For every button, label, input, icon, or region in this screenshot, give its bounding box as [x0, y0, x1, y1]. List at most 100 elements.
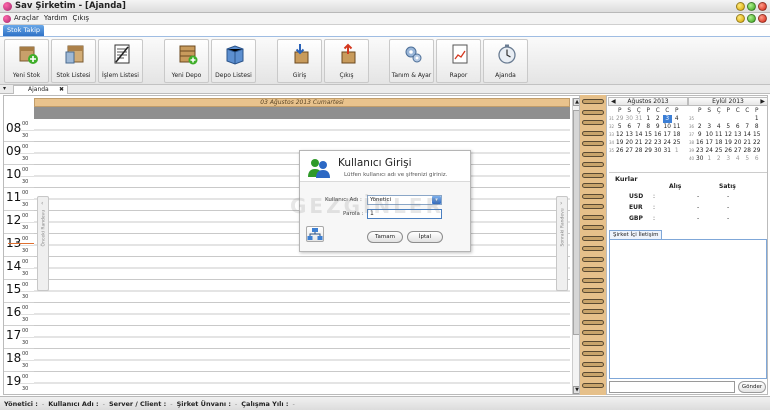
calendar-day[interactable]: 3	[724, 155, 734, 163]
cancel-button[interactable]: İptal	[407, 231, 443, 243]
calendar-day[interactable]: 6	[733, 123, 743, 131]
child-minimize-button[interactable]	[736, 14, 745, 23]
calendar-day[interactable]: 27	[733, 147, 743, 155]
send-button[interactable]: Gönder	[738, 381, 766, 393]
calendar-day[interactable]: 5	[743, 155, 753, 163]
calendar-day[interactable]: 30	[695, 155, 705, 163]
calendar-day[interactable]: 31	[663, 147, 673, 155]
calendar-day[interactable]: 22	[752, 139, 762, 147]
calendar-day[interactable]: 3	[705, 123, 715, 131]
tab-list-dropdown[interactable]: ▾	[3, 85, 6, 92]
tanim-ayar-button[interactable]: Tanım & Ayar	[389, 39, 434, 83]
calendar-day[interactable]: 20	[733, 139, 743, 147]
calendar-day[interactable]: 18	[714, 139, 724, 147]
menu-cikis[interactable]: Çıkış	[73, 14, 89, 22]
calendar-day[interactable]: 7	[634, 123, 644, 131]
vertical-scrollbar[interactable]: ▲ ▼	[572, 98, 579, 394]
calendar-day[interactable]: 19	[615, 139, 625, 147]
minimize-button[interactable]	[736, 2, 745, 11]
previous-appointment-panel[interactable]: ‹ Önceki Randevu	[37, 196, 49, 291]
calendar-day[interactable]: 26	[615, 147, 625, 155]
calendar-day[interactable]: 2	[714, 155, 724, 163]
calendar-day[interactable]: 2	[695, 123, 705, 131]
calendar-day[interactable]: 17	[705, 139, 715, 147]
calendar-day[interactable]: 25	[672, 139, 682, 147]
calendar-day[interactable]: 16	[653, 131, 663, 139]
all-day-band[interactable]	[34, 107, 570, 119]
calendar-day[interactable]: 10	[663, 123, 673, 131]
next-month-button[interactable]: ▶	[760, 98, 765, 106]
calendar-day[interactable]: 19	[724, 139, 734, 147]
calendar-day[interactable]: 25	[714, 147, 724, 155]
calendar-day[interactable]: 21	[743, 139, 753, 147]
calendar-day[interactable]: 12	[724, 131, 734, 139]
scroll-thumb[interactable]	[573, 110, 579, 335]
calendar-day[interactable]: 22	[644, 139, 654, 147]
calendar-day[interactable]: 5	[724, 123, 734, 131]
calendar-day[interactable]: 26	[724, 147, 734, 155]
calendar-day[interactable]: 15	[752, 131, 762, 139]
prev-month-button[interactable]: ◀	[611, 98, 616, 106]
calendar-day[interactable]: 4	[672, 115, 682, 123]
child-close-button[interactable]	[758, 14, 767, 23]
mini-calendar-september[interactable]: Eylül 2013 ▶ P S Ç P C C P 35 1 36 2 3 4 5 6 7 8 37 9 10 11 1…	[688, 97, 768, 172]
close-button[interactable]	[758, 2, 767, 11]
tab-company-messaging[interactable]: Şirket İçi İletişim	[609, 230, 663, 239]
calendar-day[interactable]: 27	[625, 147, 635, 155]
calendar-day[interactable]: 6	[625, 123, 635, 131]
calendar-day[interactable]: 23	[695, 147, 705, 155]
calendar-day[interactable]: 1	[672, 147, 682, 155]
calendar-day[interactable]: 18	[672, 131, 682, 139]
calendar-day[interactable]: 24	[705, 147, 715, 155]
message-input[interactable]	[609, 381, 735, 393]
calendar-day[interactable]: 20	[625, 139, 635, 147]
calendar-day[interactable]: 2	[653, 115, 663, 123]
next-appointment-panel[interactable]: › Sonraki Randevu	[556, 196, 568, 291]
messages-area[interactable]	[609, 239, 767, 379]
stok-listesi-button[interactable]: Stok Listesi	[51, 39, 96, 83]
ok-button[interactable]: Tamam	[367, 231, 403, 243]
depo-listesi-button[interactable]: Depo Listesi	[211, 39, 256, 83]
calendar-day[interactable]: 3	[662, 115, 672, 123]
calendar-day[interactable]: 21	[634, 139, 644, 147]
calendar-day[interactable]: 29	[752, 147, 762, 155]
calendar-day[interactable]: 29	[615, 115, 625, 123]
calendar-day[interactable]: 14	[634, 131, 644, 139]
calendar-day[interactable]: 28	[743, 147, 753, 155]
calendar-day[interactable]: 14	[743, 131, 753, 139]
calendar-day[interactable]: 11	[672, 123, 682, 131]
calendar-day[interactable]: 31	[634, 115, 644, 123]
cikis-button[interactable]: Çıkış	[324, 39, 369, 83]
calendar-day[interactable]: 8	[752, 123, 762, 131]
calendar-day[interactable]: 10	[705, 131, 715, 139]
calendar-day[interactable]: 12	[615, 131, 625, 139]
calendar-day[interactable]: 30	[653, 147, 663, 155]
ajanda-button[interactable]: Ajanda	[483, 39, 528, 83]
menu-araclar[interactable]: Araçlar	[14, 14, 39, 22]
tab-ajanda[interactable]: Ajanda ✖	[13, 85, 68, 94]
maximize-button[interactable]	[747, 2, 756, 11]
tab-close-icon[interactable]: ✖	[59, 86, 64, 94]
menu-yardim[interactable]: Yardım	[44, 14, 68, 22]
calendar-day[interactable]: 5	[615, 123, 625, 131]
calendar-day[interactable]: 29	[644, 147, 654, 155]
ribbon-tab-stok-takip[interactable]: Stok Takip	[3, 25, 45, 36]
calendar-day[interactable]: 30	[625, 115, 635, 123]
calendar-day[interactable]: 1	[705, 155, 715, 163]
calendar-day[interactable]: 9	[653, 123, 663, 131]
calendar-day[interactable]: 4	[733, 155, 743, 163]
calendar-day[interactable]: 4	[714, 123, 724, 131]
calendar-day[interactable]: 13	[733, 131, 743, 139]
rapor-button[interactable]: Rapor	[436, 39, 481, 83]
scroll-down-button[interactable]: ▼	[573, 386, 579, 394]
calendar-day[interactable]: 28	[634, 147, 644, 155]
yeni-depo-button[interactable]: Yeni Depo	[164, 39, 209, 83]
calendar-day[interactable]: 6	[752, 155, 762, 163]
calendar-day[interactable]: 17	[663, 131, 673, 139]
calendar-day[interactable]: 1	[644, 115, 654, 123]
connection-settings-button[interactable]	[306, 226, 324, 242]
islem-listesi-button[interactable]: İşlem Listesi	[98, 39, 143, 83]
calendar-day[interactable]: 9	[695, 131, 705, 139]
yeni-stok-button[interactable]: Yeni Stok	[4, 39, 49, 83]
calendar-day[interactable]: 11	[714, 131, 724, 139]
